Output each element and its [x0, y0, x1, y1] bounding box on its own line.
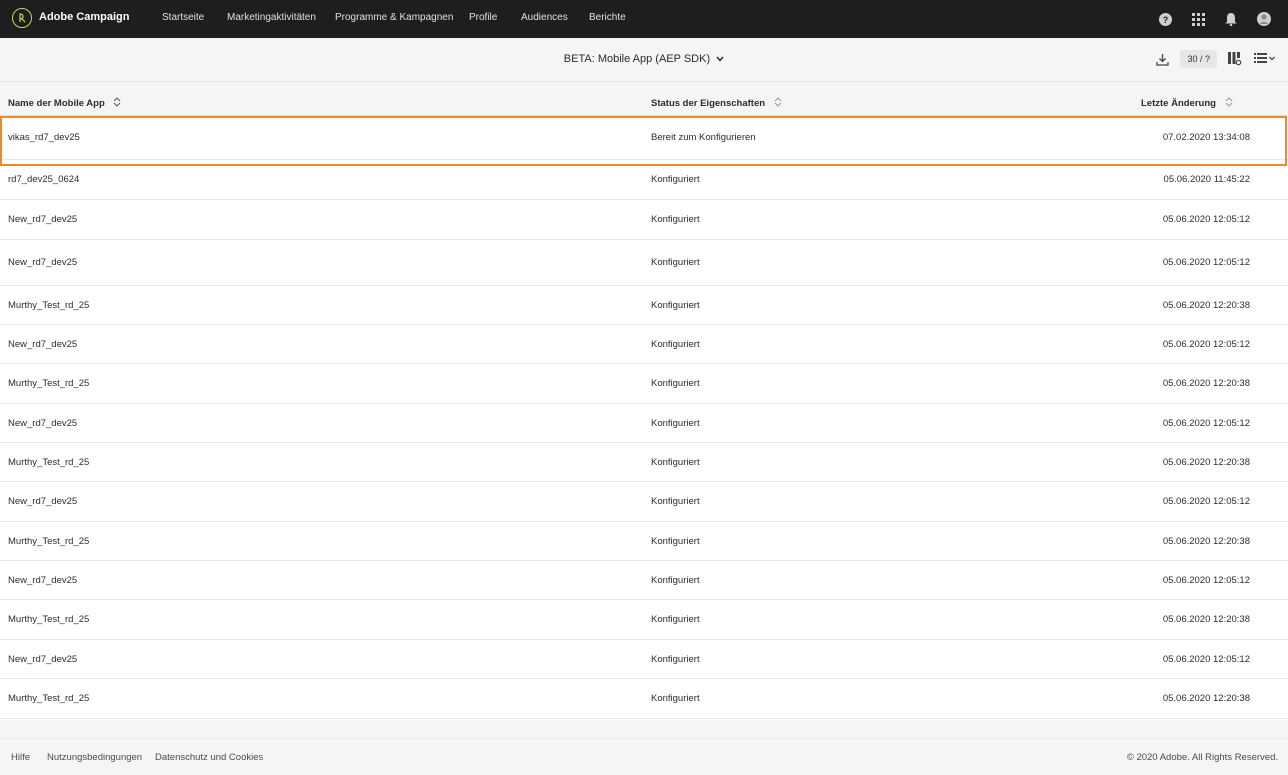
cell-modified: 05.06.2020 12:05:12 [1162, 339, 1250, 350]
brand-name[interactable]: Adobe Campaign [39, 11, 129, 23]
cell-name[interactable]: Murthy_Test_rd_25 [8, 536, 89, 547]
table-row[interactable]: Murthy_Test_rd_25 Konfiguriert 05.06.2020 … [0, 679, 1288, 719]
sort-icon[interactable] [774, 97, 782, 110]
cell-status: Konfiguriert [651, 257, 700, 268]
download-icon[interactable] [1154, 51, 1170, 67]
page-footer: Hilfe Nutzungsbedingungen Datenschutz un… [0, 738, 1288, 775]
item-counter: 30 / ? [1180, 50, 1217, 68]
cell-name[interactable]: New_rd7_dev25 [8, 654, 77, 665]
cell-modified: 05.06.2020 12:05:12 [1162, 257, 1250, 268]
cell-name[interactable]: Murthy_Test_rd_25 [8, 300, 89, 311]
cell-status: Konfiguriert [651, 174, 700, 185]
nav-item-audiences[interactable]: Audiences [521, 12, 568, 23]
footer-link-nutzungsbedingungen[interactable]: Nutzungsbedingungen [47, 752, 142, 763]
cell-name[interactable]: New_rd7_dev25 [8, 418, 77, 429]
column-header-status-label: Status der Eigenschaften [651, 98, 766, 110]
cell-status: Konfiguriert [651, 496, 700, 507]
cell-name[interactable]: Murthy_Test_rd_25 [8, 614, 89, 625]
cell-modified: 07.02.2020 13:34:08 [1162, 132, 1250, 143]
table-row[interactable]: New_rd7_dev25 Konfiguriert 05.06.2020 12:0… [0, 404, 1288, 443]
table-row[interactable]: New_rd7_dev25 Konfiguriert 05.06.2020 12:0… [0, 240, 1288, 286]
cell-status: Konfiguriert [651, 614, 700, 625]
table-row[interactable]: New_rd7_dev25 Konfiguriert 05.06.2020 12:0… [0, 325, 1288, 364]
chevron-down-icon [716, 53, 724, 65]
column-header-name-label: Name der Mobile App [8, 98, 105, 110]
column-header-modified[interactable]: Letzte Änderung [1141, 97, 1233, 110]
table-row[interactable]: Murthy_Test_rd_25 Konfiguriert 05.06.2020 … [0, 522, 1288, 561]
cell-name[interactable]: Murthy_Test_rd_25 [8, 457, 89, 468]
cell-modified: 05.06.2020 11:45:22 [1163, 174, 1250, 185]
cell-name[interactable]: New_rd7_dev25 [8, 575, 77, 586]
cell-modified: 05.06.2020 12:20:38 [1162, 536, 1250, 547]
cell-status: Konfiguriert [651, 536, 700, 547]
column-config-icon[interactable] [1227, 51, 1243, 67]
cell-status: Konfiguriert [651, 693, 700, 704]
table-row[interactable]: Murthy_Test_rd_25 Konfiguriert 05.06.2020 … [0, 443, 1288, 482]
nav-item-marketingaktivitaeten[interactable]: Marketingaktivitäten [227, 12, 316, 23]
cell-modified: 05.06.2020 12:05:12 [1162, 214, 1250, 225]
cell-modified: 05.06.2020 12:05:12 [1162, 575, 1250, 586]
footer-link-hilfe[interactable]: Hilfe [11, 752, 30, 763]
cell-status: Konfiguriert [651, 418, 700, 429]
cell-name[interactable]: Murthy_Test_rd_25 [8, 378, 89, 389]
column-header-status[interactable]: Status der Eigenschaften [651, 97, 782, 110]
logo-glyph-icon [19, 13, 26, 23]
nav-item-startseite[interactable]: Startseite [162, 12, 204, 23]
cell-name[interactable]: New_rd7_dev25 [8, 339, 77, 350]
cell-name[interactable]: Murthy_Test_rd_25 [8, 693, 89, 704]
cell-modified: 05.06.2020 12:20:38 [1162, 300, 1250, 311]
cell-name[interactable]: rd7_dev25_0624 [8, 174, 79, 185]
sort-icon[interactable] [113, 97, 121, 110]
copyright-text: © 2020 Adobe. All Rights Reserved. [1126, 752, 1278, 763]
footer-link-datenschutz[interactable]: Datenschutz und Cookies [155, 752, 263, 763]
cell-modified: 05.06.2020 12:20:38 [1162, 614, 1250, 625]
table-row[interactable]: New_rd7_dev25 Konfiguriert 05.06.2020 12:0… [0, 640, 1288, 679]
list-toolbar: BETA: Mobile App (AEP SDK) 30 / ? [0, 38, 1288, 82]
cell-status: Konfiguriert [651, 339, 700, 350]
cell-modified: 05.06.2020 12:20:38 [1162, 457, 1250, 468]
cell-modified: 05.06.2020 12:20:38 [1162, 693, 1250, 704]
table-row[interactable]: Murthy_Test_rd_25 Konfiguriert 05.06.2020 … [0, 286, 1288, 325]
adobe-campaign-logo-icon[interactable] [12, 8, 32, 28]
cell-modified: 05.06.2020 12:20:38 [1162, 378, 1250, 389]
svg-text:?: ? [1162, 15, 1168, 25]
table-row[interactable]: New_rd7_dev25 Konfiguriert 05.06.2020 12:0… [0, 561, 1288, 600]
cell-name[interactable]: New_rd7_dev25 [8, 496, 77, 507]
nav-item-programme-kampagnen[interactable]: Programme & Kampagnen [335, 12, 453, 23]
table-header: Name der Mobile App Status der Eigenscha… [0, 82, 1288, 116]
top-navigation-bar: Adobe Campaign Startseite Marketingaktiv… [0, 0, 1288, 38]
table-row[interactable]: Murthy_Test_rd_25 Konfiguriert 05.06.2020 … [0, 600, 1288, 640]
cell-name[interactable]: New_rd7_dev25 [8, 214, 77, 225]
view-title-label: BETA: Mobile App (AEP SDK) [563, 53, 711, 65]
cell-status: Konfiguriert [651, 654, 700, 665]
table-row[interactable]: New_rd7_dev25 Konfiguriert 05.06.2020 12:0… [0, 482, 1288, 522]
cell-status: Konfiguriert [651, 300, 700, 311]
view-selector[interactable]: BETA: Mobile App (AEP SDK) [0, 53, 1288, 65]
user-avatar-icon[interactable] [1256, 11, 1272, 27]
apps-grid-icon[interactable] [1190, 11, 1206, 27]
table-row[interactable]: rd7_dev25_0624 Konfiguriert 05.06.2020 11:… [0, 160, 1288, 200]
cell-name[interactable]: New_rd7_dev25 [8, 257, 77, 268]
table-row[interactable]: Murthy_Test_rd_25 Konfiguriert 05.06.2020 … [0, 364, 1288, 404]
column-header-modified-label: Letzte Änderung [1141, 98, 1216, 110]
sort-icon[interactable] [1225, 97, 1233, 110]
cell-name[interactable]: vikas_rd7_dev25 [8, 132, 80, 143]
cell-status: Konfiguriert [651, 575, 700, 586]
table-row[interactable]: vikas_rd7_dev25 Bereit zum Konfigurieren 0… [0, 116, 1288, 160]
cell-status: Konfiguriert [651, 214, 700, 225]
bell-icon[interactable] [1223, 11, 1239, 27]
list-view-icon[interactable] [1253, 51, 1277, 67]
table-body: vikas_rd7_dev25 Bereit zum Konfigurieren 0… [0, 116, 1288, 720]
cell-modified: 05.06.2020 12:05:12 [1162, 496, 1250, 507]
help-icon[interactable]: ? [1157, 11, 1173, 27]
cell-status: Konfiguriert [651, 378, 700, 389]
cell-modified: 05.06.2020 12:05:12 [1162, 418, 1250, 429]
column-header-name[interactable]: Name der Mobile App [8, 97, 121, 110]
nav-item-profile[interactable]: Profile [469, 12, 497, 23]
table-row[interactable]: New_rd7_dev25 Konfiguriert 05.06.2020 12:0… [0, 200, 1288, 240]
nav-item-berichte[interactable]: Berichte [589, 12, 626, 23]
cell-modified: 05.06.2020 12:05:12 [1162, 654, 1250, 665]
cell-status: Konfiguriert [651, 457, 700, 468]
cell-status: Bereit zum Konfigurieren [651, 132, 756, 143]
